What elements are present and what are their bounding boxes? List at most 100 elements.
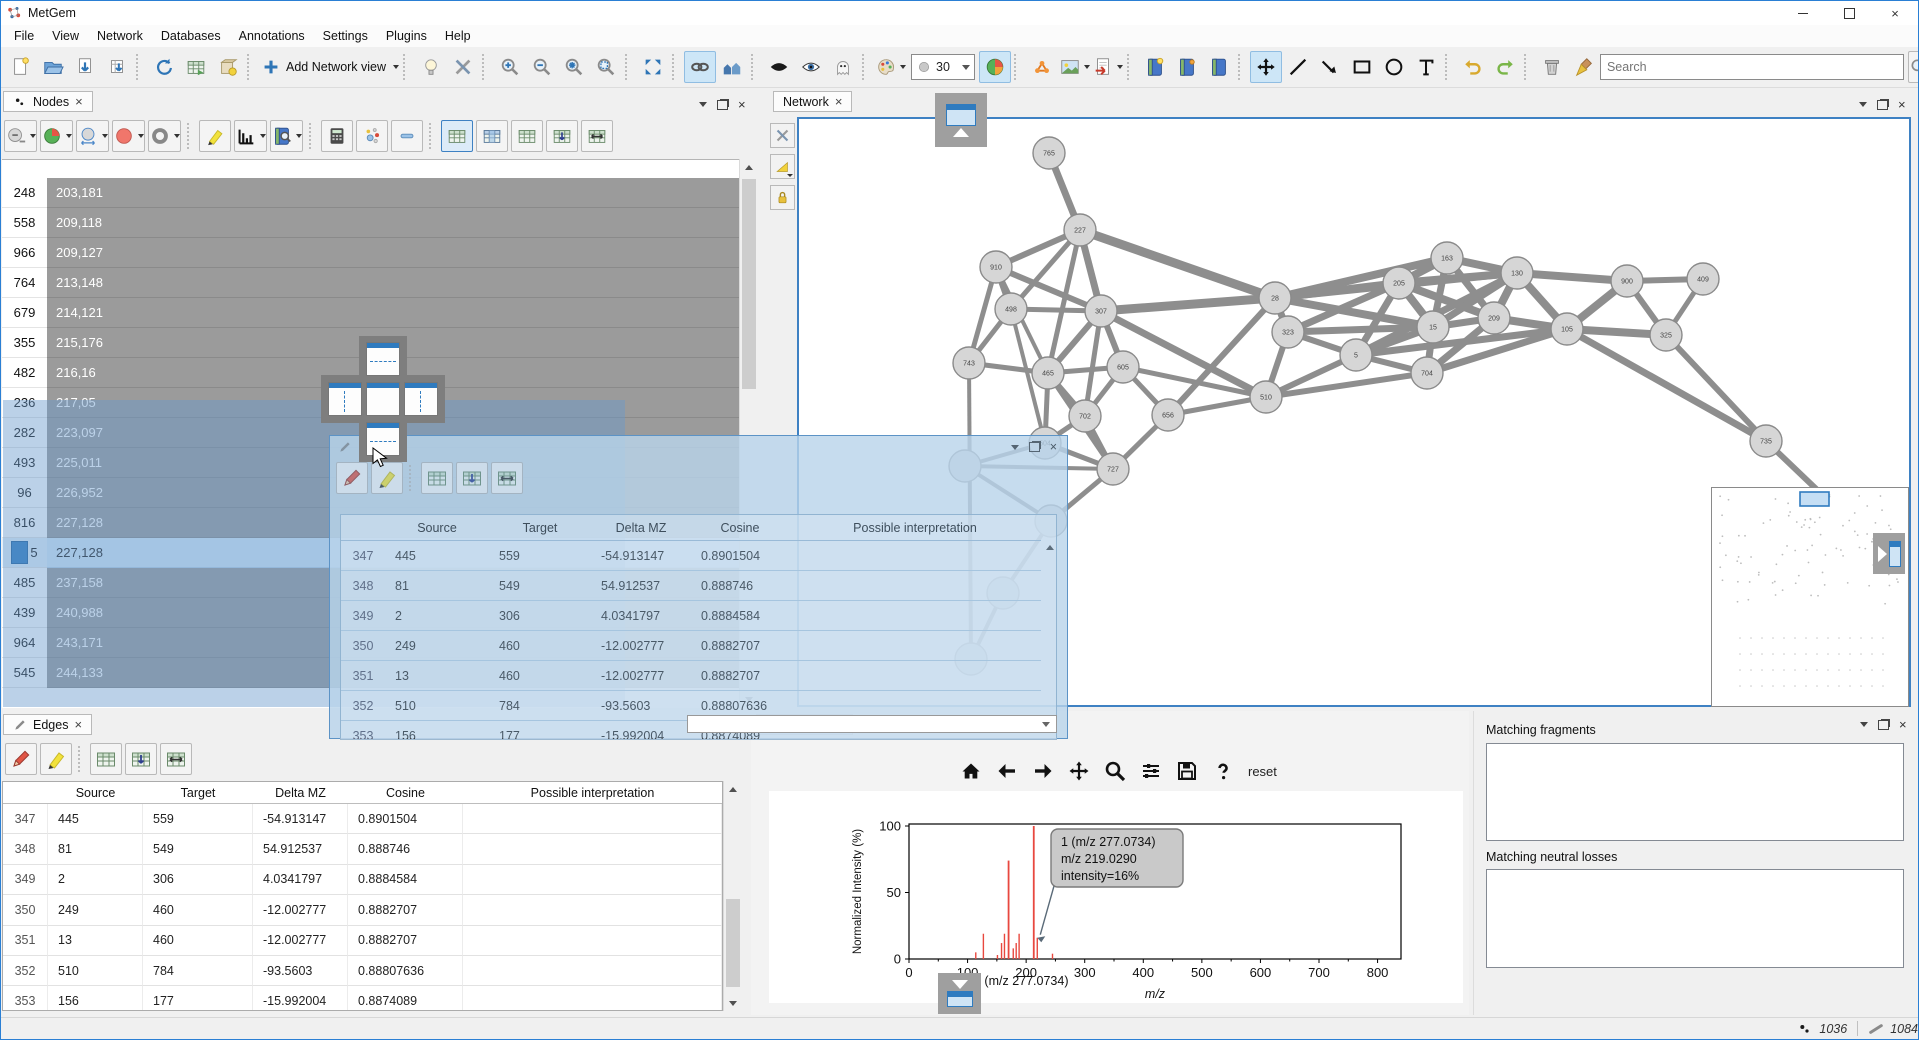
node-pie-button[interactable] [40,120,73,152]
table-sort-button[interactable] [125,743,157,775]
graph-node[interactable]: 307 [1085,295,1117,327]
new-file-button[interactable] [5,51,37,83]
redo-button[interactable] [1489,51,1521,83]
graph-node[interactable]: 735 [1750,425,1782,457]
back-button[interactable] [992,755,1022,787]
floating-edges-table[interactable]: SourceTargetDelta MZCosinePossible inter… [340,514,1057,740]
graph-node[interactable]: 727 [1097,453,1129,485]
spectrum-view-button[interactable] [234,120,267,152]
edges-table[interactable]: SourceTargetDelta MZCosinePossible inter… [2,781,723,1011]
spectrum-figure[interactable]: 0100200300400500600700800050100m/zNormal… [769,791,1463,1003]
scrollbar-thumb[interactable] [726,899,740,987]
graph-node[interactable]: 510 [1250,381,1282,413]
column-header[interactable]: Source [385,515,489,541]
table-plain-button[interactable] [421,462,453,494]
close-icon[interactable]: × [75,94,83,109]
dock-center-target[interactable] [366,382,400,416]
neighbors-button[interactable] [716,51,748,83]
home-button[interactable] [956,755,986,787]
lock-side-button[interactable] [770,185,795,210]
column-header[interactable] [341,515,385,541]
zoom-selection-button[interactable] [558,51,590,83]
scrollbar-up-arrow[interactable] [1046,545,1054,550]
table-row[interactable]: 248203,181 [2,178,739,208]
chevron-down-icon[interactable] [1859,102,1867,107]
link-button[interactable] [684,51,716,83]
float-icon[interactable] [1877,100,1888,110]
export-db-button[interactable] [212,51,244,83]
export-report-button[interactable] [1091,51,1124,83]
table-row[interactable]: 679214,121 [2,298,739,328]
scrollbar-thumb[interactable] [742,179,756,389]
column-header[interactable]: Delta MZ [591,515,691,541]
graph-node[interactable]: 209 [1478,302,1510,334]
menu-databases[interactable]: Databases [152,27,230,45]
line-tool-button[interactable] [1282,51,1314,83]
matching-fragments-box[interactable] [1486,743,1904,841]
graph-node[interactable]: 28 [1259,282,1291,314]
tools-button[interactable] [447,51,479,83]
column-header[interactable]: Cosine [348,782,463,804]
close-icon[interactable]: × [1898,97,1906,112]
help-button[interactable] [1208,755,1238,787]
graph-node[interactable]: 105 [1551,313,1583,345]
move-tool-button[interactable] [1250,51,1282,83]
highlight-yellow-button[interactable] [199,120,231,152]
chevron-down-icon[interactable] [1860,722,1868,727]
table-fit-button[interactable] [491,462,523,494]
column-header[interactable]: Possible interpretation [463,782,722,804]
close-icon[interactable]: × [1050,440,1057,454]
graph-node[interactable]: 465 [1032,357,1064,389]
node-ring-button[interactable] [148,120,181,152]
graph-node[interactable]: 5 [1340,339,1372,371]
graph-node[interactable]: 656 [1152,399,1184,431]
float-icon[interactable] [717,100,728,110]
tab-network[interactable]: Network × [773,91,852,112]
dock-indicator-top[interactable] [935,93,987,147]
node-size-combo[interactable]: 30 [911,54,975,80]
graph-node[interactable]: 227 [1064,214,1096,246]
graph-node[interactable]: 323 [1272,316,1304,348]
table-fit-button[interactable] [581,120,613,152]
tab-nodes[interactable]: Nodes × [3,91,93,112]
open-file-button[interactable] [37,51,69,83]
minimap-viewport[interactable] [1800,492,1829,506]
close-icon[interactable]: × [74,717,82,732]
table-columns-button[interactable] [476,120,508,152]
pan-button[interactable] [1064,755,1094,787]
book-edit-button[interactable] [1171,51,1203,83]
search-button[interactable] [1908,51,1919,83]
ruler-triangle-side-button[interactable] [770,154,795,179]
highlight-yellow-button[interactable] [40,743,72,775]
column-header[interactable]: Target [143,782,253,804]
edges-table-scrollbar[interactable] [723,781,742,1011]
refresh-layout-button[interactable] [148,51,180,83]
pencil-red-button[interactable] [5,743,37,775]
tools-side-button[interactable] [770,123,795,148]
graph-node[interactable]: 498 [995,293,1027,325]
chevron-down-icon[interactable] [699,102,707,107]
add-network-view-button[interactable]: Add Network view [259,51,400,83]
search-input[interactable] [1600,54,1904,80]
book-search-button[interactable] [270,120,303,152]
close-icon[interactable]: × [835,94,843,109]
eye-button[interactable] [795,51,827,83]
menu-network[interactable]: Network [88,27,152,45]
broom-button[interactable] [1568,51,1600,83]
graph-node[interactable]: 704 [1411,357,1443,389]
floating-edges-panel[interactable]: Edges × × SourceTargetDelta MZCosinePoss… [329,435,1068,739]
zoom-region-button[interactable] [590,51,622,83]
dock-indicator-right[interactable] [1873,533,1905,574]
pie-chart-button[interactable] [979,51,1011,83]
minimize-button[interactable] [1780,1,1826,25]
graph-node[interactable]: 163 [1431,242,1463,274]
column-header[interactable]: Delta MZ [253,782,348,804]
undo-button[interactable] [1457,51,1489,83]
export-image-button[interactable] [1058,51,1091,83]
matching-neutral-losses-box[interactable] [1486,869,1904,968]
graph-node[interactable]: 325 [1650,319,1682,351]
table-row[interactable]: 764213,148 [2,268,739,298]
table-sort-button[interactable] [456,462,488,494]
interpretation-combobox[interactable] [687,715,1057,733]
node-size-map-button[interactable] [76,120,109,152]
